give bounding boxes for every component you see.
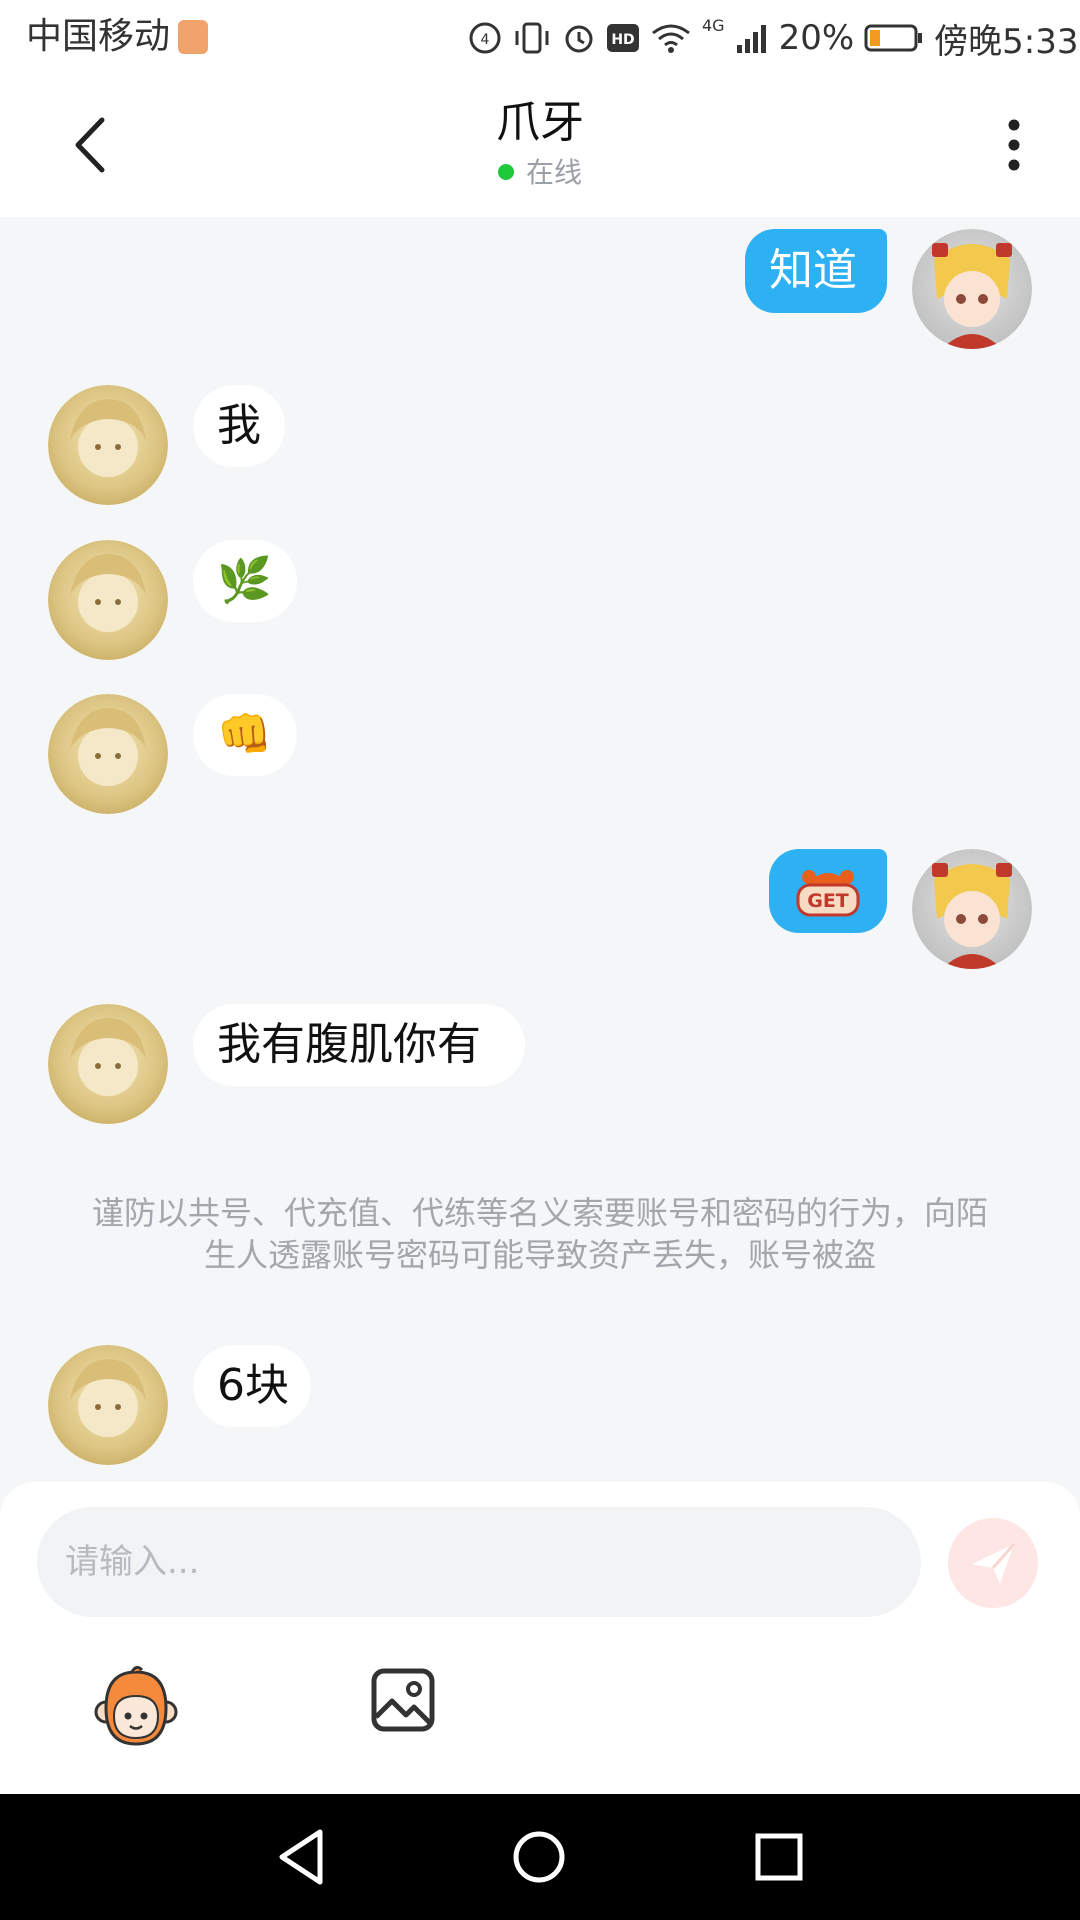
network-type-label: 4G [702,16,725,35]
chat-header: 爪牙 在线 [0,75,1080,217]
square-recents-icon [755,1833,803,1881]
contact-avatar[interactable] [48,1004,168,1124]
app-notification-icon [178,20,208,54]
image-button[interactable] [370,1667,436,1733]
status-bar: 中国移动 4 HD 4G 20% 傍晚5:33 [0,0,1080,75]
battery-icon [864,24,923,52]
my-avatar[interactable] [912,229,1032,349]
online-dot-icon [497,164,514,180]
carrier-label: 中国移动 [26,16,171,57]
sticker-bubble[interactable]: GET [769,849,887,933]
message-bubble[interactable]: 我有腹肌你有 [193,1004,525,1086]
signal-icon [736,25,766,53]
get-sticker-icon: GET [796,870,860,917]
message-input[interactable] [37,1507,921,1617]
message-bubble[interactable]: 知道 [745,229,887,313]
contact-avatar[interactable] [48,540,168,660]
svg-text:HD: HD [611,32,634,48]
emoji-button[interactable] [92,1664,180,1752]
more-options-button[interactable] [996,115,1032,175]
monkey-emoji-icon [94,1665,178,1746]
send-icon [972,1543,1016,1584]
contact-avatar[interactable] [48,385,168,505]
sticker-label: GET [807,890,849,912]
safety-notice: 谨防以共号、代充值、代练等名义索要账号和密码的行为，向陌生人透露账号密码可能导致… [91,1194,988,1274]
message-bubble[interactable]: 我 [193,385,285,467]
my-avatar[interactable] [912,849,1032,969]
svg-text:4: 4 [481,32,490,48]
contact-avatar[interactable] [48,1345,168,1465]
triangle-back-icon [279,1829,323,1885]
data-saver-icon: 4 [469,22,501,54]
clock: 傍晚5:33 [934,21,1079,62]
message-bubble[interactable]: 🌿 [193,540,297,622]
alarm-icon [565,25,593,53]
online-status: 在线 [0,155,1080,191]
nav-back-button[interactable] [270,1824,336,1890]
system-navigation-bar [0,1794,1080,1920]
nav-home-button[interactable] [506,1824,572,1890]
message-bubble[interactable]: 👊 [193,694,297,776]
message-bubble[interactable]: 6块 [193,1345,311,1427]
contact-avatar[interactable] [48,694,168,814]
status-icons: 4 HD 4G 20% 傍晚5:33 [468,16,1079,62]
hd-icon: HD [607,24,639,52]
image-icon [371,1668,435,1732]
circle-home-icon [513,1831,565,1883]
contact-name: 爪牙 [496,97,584,148]
online-status-label: 在线 [525,156,582,189]
wifi-icon [652,24,690,53]
compose-area [0,1482,1080,1794]
vibrate-icon [515,22,549,54]
send-button[interactable] [948,1518,1038,1608]
nav-recents-button[interactable] [746,1824,812,1890]
battery-percent: 20% [778,18,855,58]
more-vertical-icon [1008,119,1020,171]
